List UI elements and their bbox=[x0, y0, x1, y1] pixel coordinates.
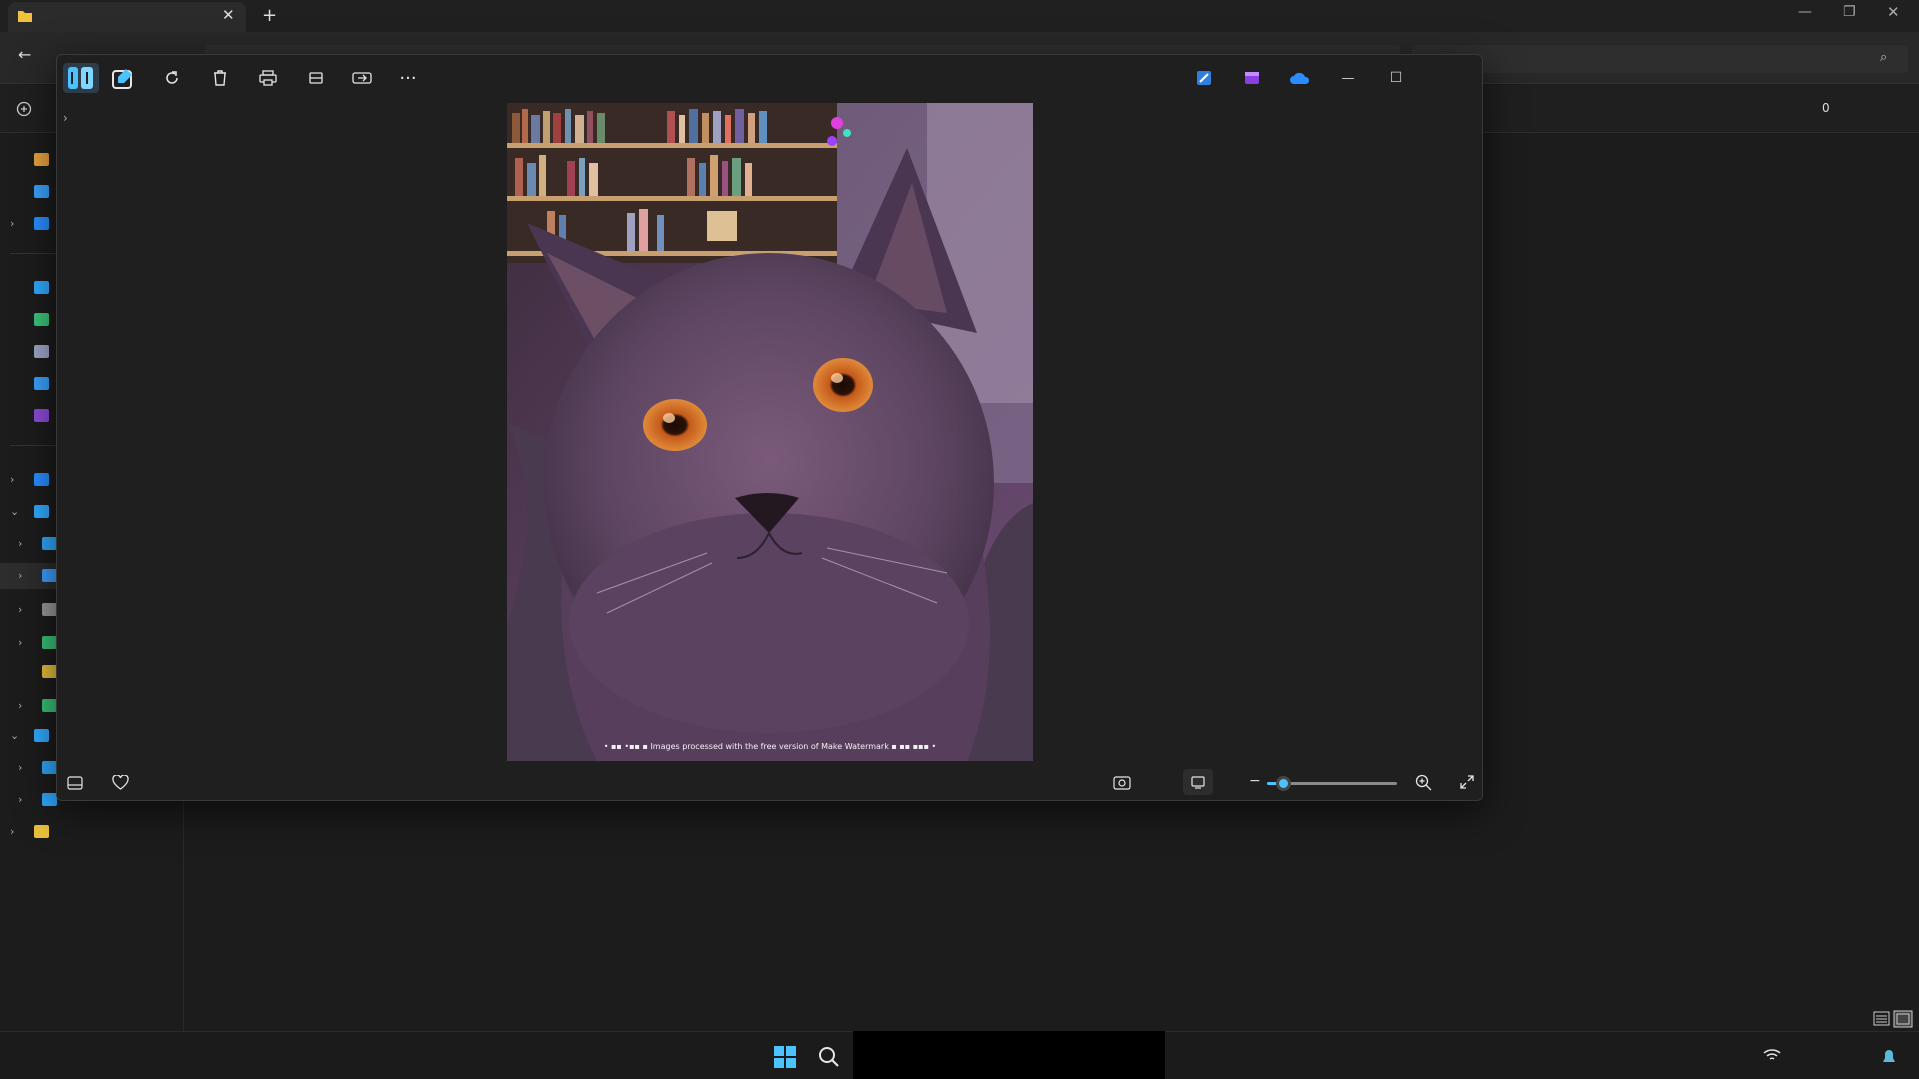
desktop-icon bbox=[34, 281, 49, 294]
restore-icon[interactable]: ❐ bbox=[1843, 4, 1856, 20]
windows-start-icon[interactable] bbox=[774, 1046, 796, 1068]
drive-icon bbox=[42, 603, 57, 616]
slideshow-icon[interactable] bbox=[1113, 775, 1131, 791]
back-icon[interactable]: ← bbox=[18, 45, 31, 64]
network-icon bbox=[34, 729, 49, 742]
fit-view-icon[interactable] bbox=[1183, 769, 1213, 795]
rotate-icon[interactable] bbox=[155, 63, 189, 93]
minimize-icon[interactable]: — bbox=[1798, 4, 1812, 20]
edit-image-icon[interactable] bbox=[63, 63, 99, 93]
chevron-right-icon[interactable]: › bbox=[10, 825, 14, 838]
network-drive-icon bbox=[42, 636, 57, 649]
chevron-right-icon[interactable]: › bbox=[18, 636, 22, 649]
draw-icon[interactable] bbox=[107, 63, 141, 93]
print-icon[interactable] bbox=[251, 63, 285, 93]
more-icon[interactable]: ··· bbox=[391, 63, 425, 93]
details-view-icon[interactable] bbox=[1873, 1011, 1890, 1026]
gallery-icon bbox=[34, 185, 49, 198]
share-icon[interactable] bbox=[345, 63, 379, 93]
chevron-right-icon[interactable]: › bbox=[18, 699, 22, 712]
downloads-icon bbox=[34, 313, 49, 326]
chevron-right-icon[interactable]: › bbox=[18, 761, 22, 774]
zoom-slider[interactable] bbox=[1267, 776, 1397, 791]
network-drive-icon bbox=[42, 665, 57, 678]
wifi-icon[interactable] bbox=[1763, 1048, 1781, 1062]
computer-icon bbox=[42, 761, 57, 774]
new-tab-icon[interactable]: + bbox=[262, 5, 277, 26]
home-icon bbox=[34, 153, 49, 166]
chevron-down-icon[interactable]: ⌄ bbox=[10, 505, 19, 518]
watermark-caption: • ▪▪ •▪▪ ▪ Images processed with the fre… bbox=[603, 742, 937, 751]
chevron-right-icon[interactable]: › bbox=[18, 793, 22, 806]
zoom-out-icon[interactable]: − bbox=[1249, 773, 1261, 789]
new-item-icon[interactable] bbox=[16, 101, 32, 117]
chevron-right-icon[interactable]: › bbox=[18, 603, 22, 616]
delete-icon[interactable] bbox=[203, 63, 237, 93]
folder-icon bbox=[18, 11, 32, 22]
photos-minimize-icon[interactable]: — bbox=[1331, 63, 1365, 93]
network-drive-icon bbox=[42, 699, 57, 712]
view-toggle bbox=[1873, 1010, 1913, 1028]
computer-icon bbox=[42, 793, 57, 806]
photos-maximize-icon[interactable]: ☐ bbox=[1379, 63, 1413, 93]
documents-icon bbox=[34, 345, 49, 358]
desktop-icon bbox=[42, 537, 57, 550]
filmstrip-icon[interactable] bbox=[67, 776, 83, 790]
search-icon[interactable] bbox=[818, 1046, 840, 1068]
this-pc-icon bbox=[34, 505, 49, 518]
selection-count: 0 bbox=[1822, 101, 1830, 115]
tiles-view-icon[interactable] bbox=[1893, 1010, 1913, 1028]
photo-image[interactable]: • ▪▪ •▪▪ ▪ Images processed with the fre… bbox=[507, 103, 1033, 761]
drive-icon bbox=[42, 569, 57, 582]
zoom-slider-thumb[interactable] bbox=[1275, 776, 1291, 791]
linux-icon bbox=[34, 825, 49, 838]
photos-bottom-bar: − bbox=[57, 766, 1482, 800]
chevron-right-icon[interactable]: › bbox=[10, 473, 14, 486]
close-tab-icon[interactable]: ✕ bbox=[222, 6, 235, 24]
explorer-tab[interactable]: ✕ bbox=[8, 2, 246, 32]
full-screen-icon[interactable] bbox=[1459, 774, 1475, 790]
search-box[interactable]: ⌕ bbox=[1412, 45, 1908, 73]
chevron-right-icon[interactable]: › bbox=[18, 569, 22, 582]
close-icon[interactable]: ✕ bbox=[1887, 3, 1900, 21]
chevron-right-icon[interactable]: › bbox=[18, 537, 22, 550]
taskbar-apps-area bbox=[853, 1031, 1165, 1079]
notification-icon[interactable] bbox=[1880, 1048, 1898, 1064]
expand-filmstrip-icon[interactable]: › bbox=[63, 111, 68, 125]
sidebar-item[interactable]: › bbox=[0, 819, 184, 845]
onedrive-icon bbox=[34, 473, 49, 486]
onedrive-icon[interactable] bbox=[1283, 63, 1317, 93]
clipchamp-icon[interactable] bbox=[1187, 63, 1221, 93]
pictures-icon bbox=[34, 377, 49, 390]
chevron-down-icon[interactable]: ⌄ bbox=[10, 729, 19, 742]
explorer-tab-bar: ✕ + — ❐ ✕ bbox=[0, 0, 1919, 32]
zoom-in-icon[interactable] bbox=[1415, 774, 1432, 791]
favorite-icon[interactable] bbox=[112, 775, 129, 790]
video-editor-icon[interactable] bbox=[1235, 63, 1269, 93]
crop-icon[interactable] bbox=[299, 63, 333, 93]
chevron-right-icon[interactable]: › bbox=[10, 217, 14, 230]
videos-icon bbox=[34, 409, 49, 422]
search-icon: ⌕ bbox=[1880, 50, 1888, 65]
onedrive-icon bbox=[34, 217, 49, 230]
